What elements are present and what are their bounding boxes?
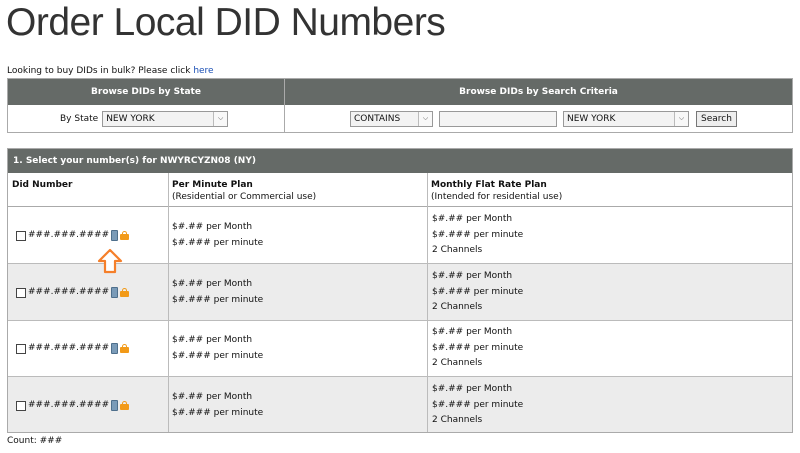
table-row: ###.###.#### $#.## per Month $#.### per … xyxy=(8,207,792,264)
fr-minute: $#.### per minute xyxy=(432,286,524,297)
pm-month: $#.## per Month xyxy=(172,222,253,232)
select-checkbox[interactable] xyxy=(16,343,26,354)
lock-icon[interactable] xyxy=(120,231,130,241)
per-minute-cell: $#.## per Month $#.### per minute xyxy=(172,390,263,421)
pm-month: $#.## per Month xyxy=(172,392,253,402)
col-did-label: Did Number xyxy=(12,180,73,190)
flat-rate-cell: $#.## per Month $#.### per minute 2 Chan… xyxy=(432,269,523,316)
pm-month: $#.## per Month xyxy=(172,335,253,345)
pm-minute: $#.### per minute xyxy=(172,294,264,305)
results-header: 1. Select your number(s) for NWYRCYZN08 … xyxy=(8,149,792,173)
bulk-text: Looking to buy DIDs in bulk? Please clic… xyxy=(7,66,191,76)
did-number: ###.###.#### xyxy=(28,343,110,353)
fr-channels: 2 Channels xyxy=(432,302,483,312)
browse-divider xyxy=(284,79,285,132)
col-did-number: Did Number xyxy=(8,173,168,207)
chevron-down-icon: ⌵ xyxy=(213,111,228,126)
criteria-state-value: NEW YORK xyxy=(567,113,616,124)
match-select[interactable]: CONTAINS ⌵ xyxy=(350,110,433,127)
fr-month: $#.## per Month xyxy=(432,214,513,224)
match-select-value: CONTAINS xyxy=(354,113,401,124)
state-select-value: NEW YORK xyxy=(106,113,155,124)
per-minute-cell: $#.## per Month $#.### per minute xyxy=(172,333,263,364)
fr-channels: 2 Channels xyxy=(432,245,483,255)
fr-month: $#.## per Month xyxy=(432,271,513,281)
results-panel: 1. Select your number(s) for NWYRCYZN08 … xyxy=(7,148,793,433)
col-per-minute-sub: (Residential or Commercial use) xyxy=(172,192,317,202)
flat-rate-cell: $#.## per Month $#.### per minute 2 Chan… xyxy=(432,212,523,259)
col-flat-sub: (Intended for residential use) xyxy=(431,192,563,202)
flat-rate-cell: $#.## per Month $#.### per minute 2 Chan… xyxy=(432,382,523,429)
did-number-cell: ###.###.#### xyxy=(16,398,130,414)
did-number-cell: ###.###.#### xyxy=(16,341,130,357)
select-checkbox[interactable] xyxy=(16,287,26,298)
browse-by-state-header: Browse DIDs by State xyxy=(8,79,284,105)
phone-icon[interactable] xyxy=(111,230,119,242)
phone-icon[interactable] xyxy=(111,400,119,412)
by-state-row: By State NEW YORK ⌵ xyxy=(60,105,229,132)
fr-month: $#.## per Month xyxy=(432,384,513,394)
by-state-label: By State xyxy=(60,113,99,124)
table-row: ###.###.#### $#.## per Month $#.### per … xyxy=(8,320,792,377)
col-per-minute-label: Per Minute Plan xyxy=(172,180,253,190)
select-checkbox[interactable] xyxy=(16,230,26,241)
per-minute-cell: $#.## per Month $#.### per minute xyxy=(172,277,263,308)
criteria-state-select[interactable]: NEW YORK ⌵ xyxy=(563,110,689,127)
fr-channels: 2 Channels xyxy=(432,415,483,425)
bulk-notice: Looking to buy DIDs in bulk? Please clic… xyxy=(7,66,214,76)
column-divider xyxy=(427,173,428,432)
state-select[interactable]: NEW YORK ⌵ xyxy=(102,110,229,127)
did-number-cell: ###.###.#### xyxy=(16,228,130,244)
col-flat-label: Monthly Flat Rate Plan xyxy=(431,180,547,190)
lock-icon[interactable] xyxy=(120,401,130,411)
column-divider xyxy=(168,173,169,432)
pm-minute: $#.### per minute xyxy=(172,407,264,418)
bulk-here-link[interactable]: here xyxy=(193,66,213,76)
lock-icon[interactable] xyxy=(120,344,130,354)
did-number: ###.###.#### xyxy=(28,287,110,297)
col-flat-rate: Monthly Flat Rate Plan (Intended for res… xyxy=(427,173,792,207)
search-button[interactable]: Search xyxy=(696,110,737,127)
fr-minute: $#.### per minute xyxy=(432,342,524,353)
result-count: Count: ### xyxy=(7,436,63,446)
up-arrow-icon xyxy=(97,248,123,274)
fr-minute: $#.### per minute xyxy=(432,229,524,240)
criteria-row: CONTAINS ⌵ NEW YORK ⌵ Search xyxy=(350,105,737,132)
fr-channels: 2 Channels xyxy=(432,358,483,368)
table-row: ###.###.#### $#.## per Month $#.### per … xyxy=(8,264,792,321)
chevron-down-icon: ⌵ xyxy=(674,111,688,126)
pm-minute: $#.### per minute xyxy=(172,350,264,361)
pm-month: $#.## per Month xyxy=(172,279,253,289)
fr-minute: $#.### per minute xyxy=(432,399,524,410)
per-minute-cell: $#.## per Month $#.### per minute xyxy=(172,220,263,251)
page-title: Order Local DID Numbers xyxy=(6,1,446,44)
did-number: ###.###.#### xyxy=(28,230,110,240)
did-number: ###.###.#### xyxy=(28,400,110,410)
search-input[interactable] xyxy=(439,110,557,127)
browse-by-criteria-header: Browse DIDs by Search Criteria xyxy=(285,79,792,105)
table-row: ###.###.#### $#.## per Month $#.### per … xyxy=(8,377,792,432)
pm-minute: $#.### per minute xyxy=(172,237,264,248)
phone-icon[interactable] xyxy=(111,287,119,299)
flat-rate-cell: $#.## per Month $#.### per minute 2 Chan… xyxy=(432,325,523,372)
lock-icon[interactable] xyxy=(120,288,130,298)
fr-month: $#.## per Month xyxy=(432,327,513,337)
col-per-minute: Per Minute Plan (Residential or Commerci… xyxy=(168,173,427,207)
phone-icon[interactable] xyxy=(111,343,119,355)
select-checkbox[interactable] xyxy=(16,400,26,411)
did-number-cell: ###.###.#### xyxy=(16,285,130,301)
browse-panel: Browse DIDs by State Browse DIDs by Sear… xyxy=(7,78,793,133)
chevron-down-icon: ⌵ xyxy=(418,111,432,126)
